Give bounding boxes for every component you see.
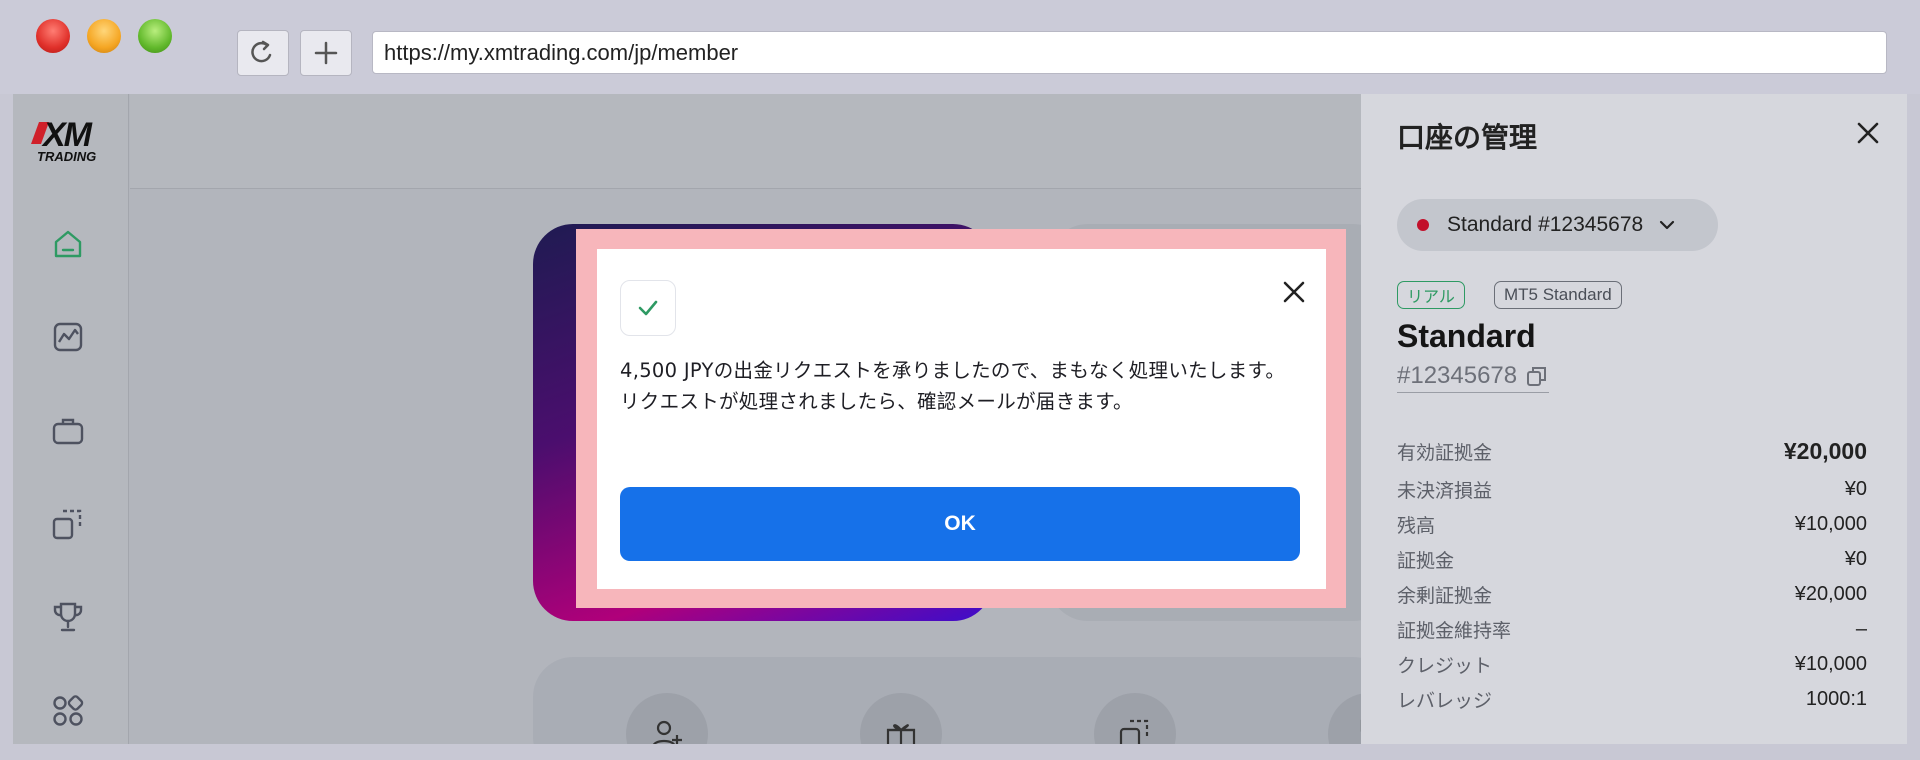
stat-value: – [1855,617,1867,640]
stat-label: 証拠金 [1397,549,1455,572]
withdrawal-confirmation-dialog: 4,500 JPYの出金リクエストを承りましたので、まもなく処理いたします。リク… [597,249,1326,589]
copy-icon[interactable] [51,507,85,541]
address-bar[interactable]: https://my.xmtrading.com/jp/member [372,31,1887,74]
stat-value: ¥0 [1844,477,1867,500]
stat-value: ¥0 [1844,547,1867,570]
briefcase-icon[interactable] [51,414,85,448]
stat-label: 証拠金維持率 [1397,619,1512,642]
reload-icon [251,40,272,63]
stat-value: ¥20,000 [1783,437,1867,464]
home-icon[interactable] [51,227,85,261]
stat-value: ¥20,000 [1794,582,1867,605]
logo-sub: TRADING [37,149,97,164]
close-icon[interactable] [1279,277,1309,307]
browser-toolbar: https://my.xmtrading.com/jp/member [0,0,1920,94]
app-sidebar: XM TRADING [13,94,129,744]
stat-row: クレジット ¥10,000 [1397,649,1867,679]
dialog-message: 4,500 JPYの出金リクエストを承りましたので、まもなく処理いたします。リク… [620,359,1286,413]
stat-value: ¥10,000 [1794,512,1867,535]
account-name: Standard [1397,318,1536,354]
account-number-text: #12345678 [1397,362,1518,389]
xm-logo[interactable]: XM TRADING [30,116,109,164]
reload-button[interactable] [237,30,289,76]
copy-icon[interactable] [1525,364,1549,388]
new-tab-button[interactable] [300,30,352,76]
trophy-icon[interactable] [51,600,85,634]
maximize-window-button[interactable] [138,19,172,53]
gift-icon [886,724,916,744]
stat-row: レバレッジ 1000:1 [1397,684,1867,714]
chevron-down-icon [1660,220,1675,230]
panel-title: 口座の管理 [1397,121,1538,154]
ok-button[interactable]: OK [620,487,1300,561]
stat-value: 1000:1 [1805,687,1867,710]
chart-icon[interactable] [51,320,85,354]
check-icon [638,300,658,316]
account-selector-label: Standard #12345678 [1447,213,1644,236]
stat-label: 残高 [1397,514,1436,537]
stat-label: 余剰証拠金 [1397,584,1493,607]
real-account-badge: リアル [1397,281,1465,309]
stat-row: 証拠金維持率 – [1397,614,1867,644]
stat-row: 余剰証拠金 ¥20,000 [1397,579,1867,609]
stat-label: 未決済損益 [1397,479,1493,502]
minimize-window-button[interactable] [87,19,121,53]
top-bar [130,94,1380,189]
copy-icon [1119,719,1149,744]
stat-value: ¥10,000 [1794,652,1867,675]
stat-label: 有効証拠金 [1397,441,1493,464]
account-management-panel: 口座の管理 Standard #12345678 リアル MT5 Standar… [1361,94,1907,744]
stat-row: 証拠金 ¥0 [1397,544,1867,574]
add-user-icon [652,720,682,744]
close-icon[interactable] [1851,116,1885,150]
stat-label: レバレッジ [1397,689,1493,712]
apps-icon[interactable] [51,694,85,728]
success-indicator [620,280,676,336]
plus-icon [314,41,338,65]
platform-badge: MT5 Standard [1494,281,1622,309]
account-selector[interactable]: Standard #12345678 [1397,199,1718,251]
stat-row: 未決済損益 ¥0 [1397,474,1867,504]
live-status-dot [1417,219,1429,231]
account-number[interactable]: #12345678 [1397,362,1550,393]
stat-row: 残高 ¥10,000 [1397,509,1867,539]
stat-label: クレジット [1397,654,1493,677]
stat-row: 有効証拠金 ¥20,000 [1397,436,1867,466]
close-window-button[interactable] [36,19,70,53]
